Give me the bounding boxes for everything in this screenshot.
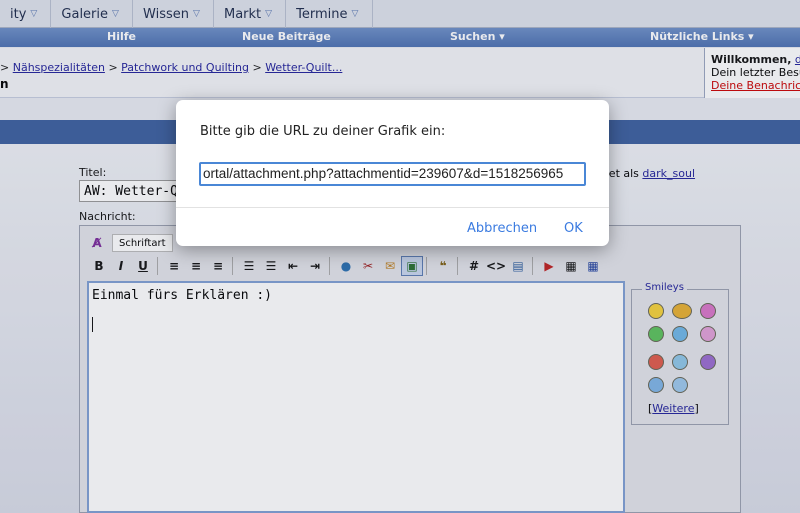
modal-overlay [0, 0, 800, 513]
dialog-divider [176, 207, 609, 208]
ok-button[interactable]: OK [564, 221, 583, 236]
image-url-input[interactable]: ortal/attachment.php?attachmentid=239607… [199, 162, 586, 186]
image-url-value: ortal/attachment.php?attachmentid=239607… [203, 166, 564, 181]
dialog-prompt: Bitte gib die URL zu deiner Grafik ein: [200, 124, 446, 139]
cancel-button[interactable]: Abbrechen [467, 221, 537, 236]
image-url-dialog: Bitte gib die URL zu deiner Grafik ein: … [176, 100, 609, 246]
